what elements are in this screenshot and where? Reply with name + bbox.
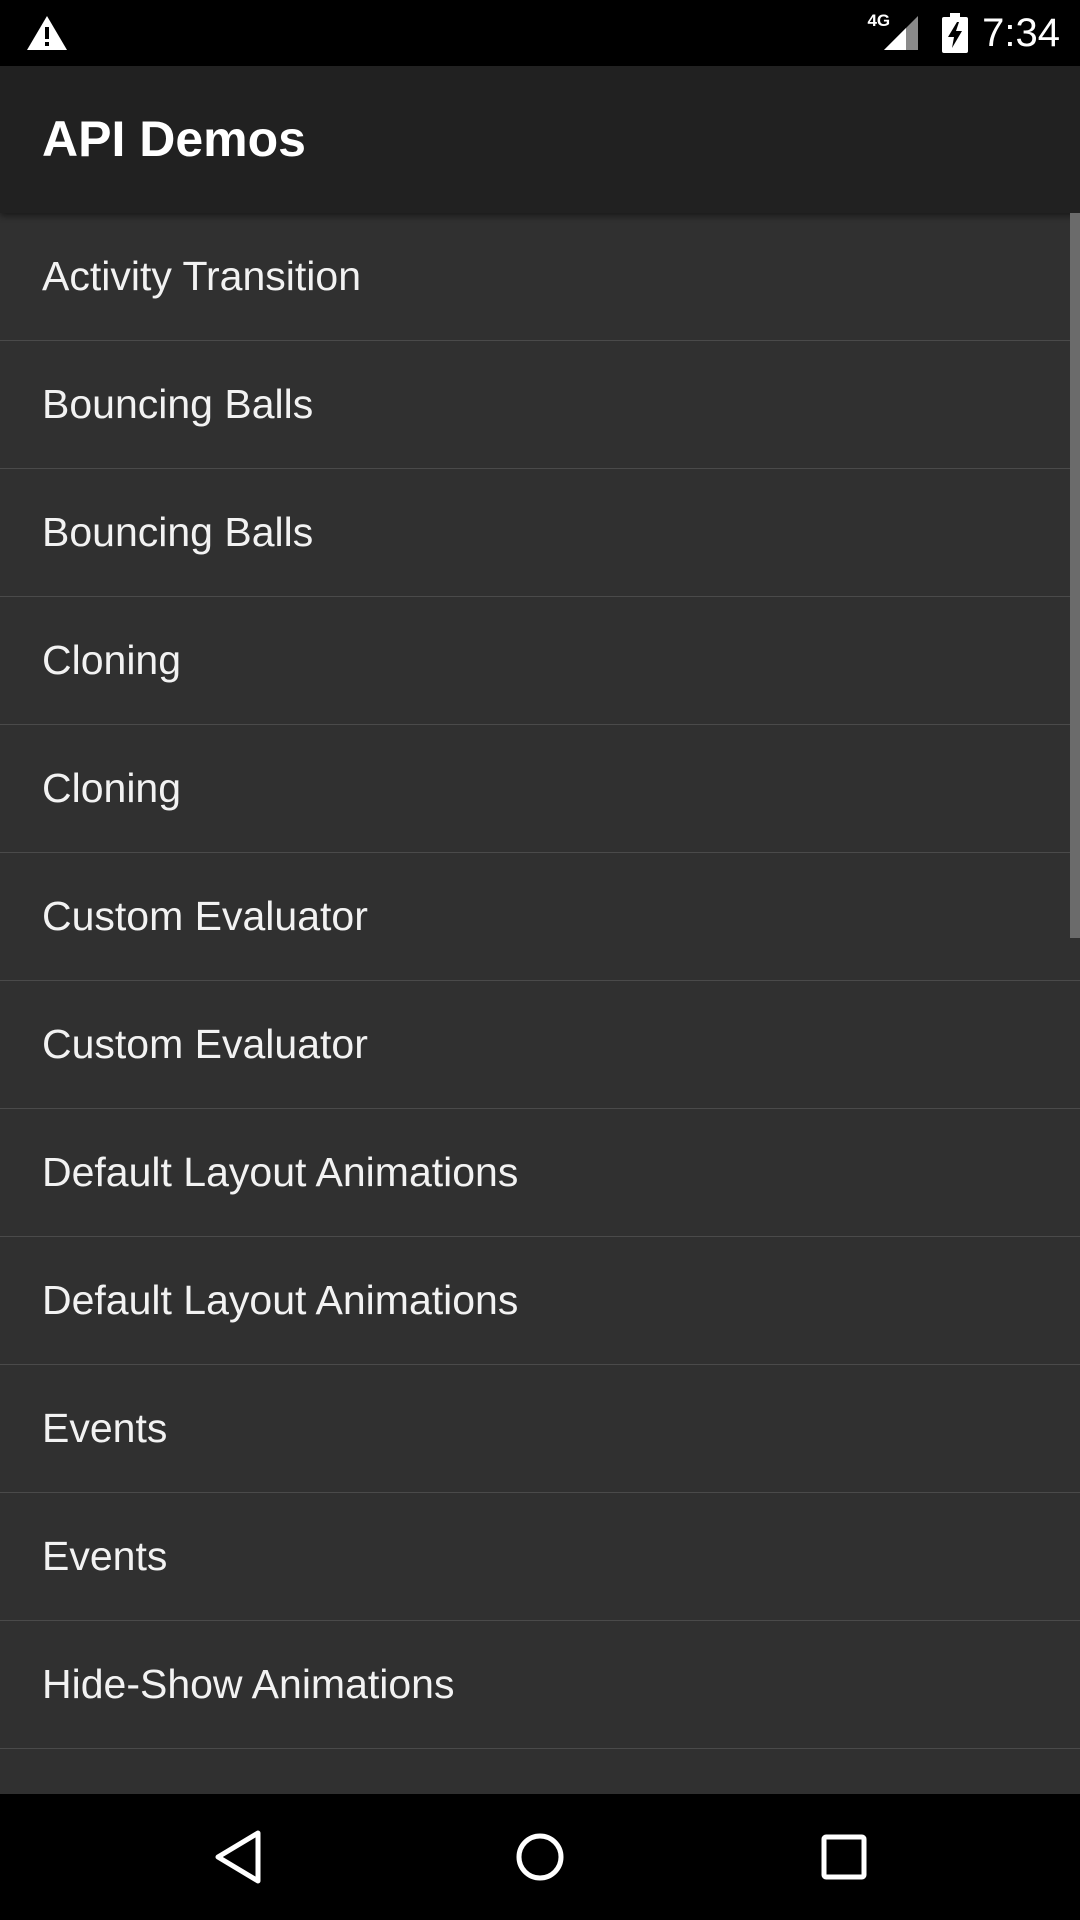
clock: 7:34 — [982, 10, 1060, 55]
recents-button[interactable] — [764, 1794, 924, 1920]
list-item[interactable]: Custom Evaluator — [0, 981, 1080, 1109]
list-item-label: Events — [42, 1405, 168, 1451]
list-item-label: Events — [42, 1533, 168, 1579]
list-item-partial[interactable] — [0, 1749, 1080, 1794]
list-item[interactable]: Hide-Show Animations — [0, 1621, 1080, 1749]
list-item-label: Hide-Show Animations — [42, 1661, 455, 1707]
list-item[interactable]: Events — [0, 1365, 1080, 1493]
app-bar: API Demos — [0, 66, 1080, 213]
list-item[interactable]: Default Layout Animations — [0, 1109, 1080, 1237]
list-item-label: Cloning — [42, 765, 182, 811]
home-icon — [516, 1833, 564, 1881]
list-item[interactable]: Bouncing Balls — [0, 469, 1080, 597]
list-item-label: Cloning — [42, 637, 182, 683]
navigation-bar — [0, 1794, 1080, 1920]
battery-charging-icon — [942, 13, 969, 53]
back-icon — [215, 1830, 261, 1884]
list-item[interactable]: Cloning — [0, 725, 1080, 853]
list-item-label: Custom Evaluator — [42, 1021, 368, 1067]
recents-icon — [821, 1834, 867, 1880]
list-item[interactable]: Default Layout Animations — [0, 1237, 1080, 1365]
list-item-label: Activity Transition — [42, 253, 361, 299]
back-button[interactable] — [158, 1794, 318, 1920]
status-icons: 4G 7:34 — [867, 0, 1060, 66]
status-bar: 4G 7:34 — [0, 0, 1080, 66]
screen: 4G 7:34 API Demos Activity Transition Bo… — [0, 0, 1080, 1920]
list-item[interactable]: Custom Evaluator — [0, 853, 1080, 981]
network-type-label: 4G — [867, 11, 891, 30]
list-item-label: Default Layout Animations — [42, 1149, 519, 1195]
list-item-label: Custom Evaluator — [42, 893, 368, 939]
list-item[interactable]: Cloning — [0, 597, 1080, 725]
list-item-label: Bouncing Balls — [42, 509, 314, 555]
list-item[interactable]: Events — [0, 1493, 1080, 1621]
list-item[interactable]: Bouncing Balls — [0, 341, 1080, 469]
home-button[interactable] — [460, 1794, 620, 1920]
scrollbar-thumb[interactable] — [1070, 213, 1080, 938]
list-item-label: Bouncing Balls — [42, 381, 314, 427]
warning-icon — [27, 16, 67, 50]
app-title: API Demos — [42, 111, 306, 167]
list-item-label: Default Layout Animations — [42, 1277, 519, 1323]
list-item[interactable]: Activity Transition — [0, 213, 1080, 341]
demo-list[interactable]: Activity Transition Bouncing Balls Bounc… — [0, 213, 1080, 1794]
